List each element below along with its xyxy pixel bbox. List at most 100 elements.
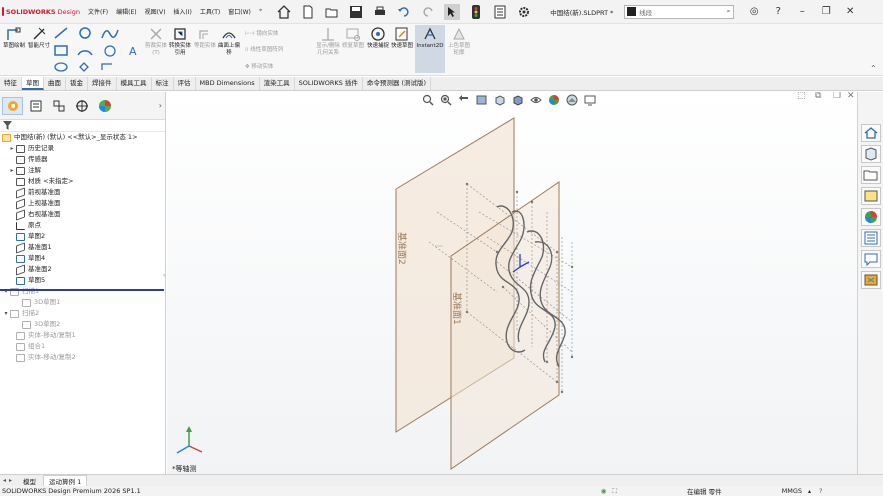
property-manager-tab[interactable]	[25, 97, 46, 115]
scroll-right-icon[interactable]: ▸	[9, 477, 12, 484]
display-relations-button[interactable]: 显示/删除几何关系	[316, 26, 340, 57]
sketch-button[interactable]: 草图绘制	[2, 26, 26, 50]
tab-sketch[interactable]: 草图	[22, 77, 44, 90]
tree-root[interactable]: 中国结(新) (默认) <<默认>_显示状态 1>	[0, 132, 165, 143]
move-entities-button[interactable]: ✥ 移动实体	[245, 62, 273, 70]
feature-manager-tab[interactable]	[2, 96, 23, 115]
status-toggle-icon[interactable]: ⛶	[612, 487, 617, 496]
shaded-contours-button[interactable]: 上色草图轮廓	[447, 26, 471, 57]
design-library-icon[interactable]	[860, 145, 881, 163]
appearances-icon[interactable]	[860, 208, 881, 226]
new-document-icon[interactable]	[300, 4, 316, 20]
rapid-sketch-button[interactable]: 快速草图	[390, 26, 414, 50]
pin-icon[interactable]: ⌖	[259, 7, 262, 16]
tree-item[interactable]: 草图2	[0, 231, 165, 242]
tree-item[interactable]: 草图5	[0, 275, 165, 286]
smart-dimension-button[interactable]: 智能尺寸	[27, 26, 51, 50]
tab-render-tools[interactable]: 渲染工具	[260, 77, 295, 90]
tab-motion-study[interactable]: 运动算例 1	[43, 474, 88, 487]
dimxpert-tab[interactable]	[71, 97, 92, 115]
collapse-ribbon-icon[interactable]: ⌃	[870, 64, 877, 73]
options-gear-icon[interactable]	[516, 4, 532, 20]
quick-snaps-button[interactable]: 快速捕捉	[366, 26, 390, 50]
mirror-entities-button[interactable]: ⊢⊣ 镜向实体	[245, 29, 278, 37]
tree-item[interactable]: 上视基准面	[0, 197, 165, 210]
tree-item[interactable]: 草图4	[0, 253, 165, 264]
minimize-button[interactable]: –	[790, 6, 814, 17]
configuration-manager-tab[interactable]	[48, 97, 69, 115]
menu-file[interactable]: 文件(F)	[88, 7, 108, 16]
offset-entities-button[interactable]: 等距实体	[193, 26, 217, 50]
file-explorer-icon[interactable]	[860, 166, 881, 184]
tab-mold-tools[interactable]: 模具工具	[117, 77, 152, 90]
rollback-bar[interactable]	[0, 289, 164, 291]
tab-mbd-dimensions[interactable]: MBD Dimensions	[196, 77, 260, 90]
tree-expand-icon[interactable]: ▾	[2, 286, 10, 297]
linear-pattern-button[interactable]: ⁞⁞ 线性草图阵列	[245, 45, 283, 53]
help-icon[interactable]: ?	[766, 6, 790, 17]
unit-system[interactable]: MMGS	[782, 487, 802, 495]
tab-model[interactable]: 模型	[18, 476, 41, 486]
tab-weldments[interactable]: 焊接件	[88, 77, 117, 90]
tab-markup[interactable]: 标注	[152, 77, 174, 90]
tree-item[interactable]: ▾ 扫描2	[0, 308, 165, 319]
tree-item[interactable]: 材质 <未指定>	[0, 176, 165, 187]
offset-on-surface-button[interactable]: 曲面上偏移	[217, 26, 241, 57]
tree-item[interactable]: 基准面1	[0, 241, 165, 254]
custom-properties-icon[interactable]	[860, 229, 881, 247]
panel-resize-handle[interactable]: ‹	[163, 272, 165, 279]
tree-expand-icon[interactable]: ▸	[8, 165, 16, 176]
model-viewport[interactable]: 基准面2 基准面1	[167, 92, 857, 474]
search-input[interactable]: 线段 ⌕	[624, 4, 735, 19]
help-status-icon[interactable]: ?	[819, 487, 822, 495]
open-folder-icon[interactable]	[324, 4, 340, 20]
repair-sketch-button[interactable]: 修复草图	[341, 26, 365, 50]
tree-item[interactable]: 实体-移动/复制2	[0, 352, 165, 363]
tree-item[interactable]: 基准面2	[0, 263, 165, 276]
rebuild-status-icon[interactable]: ◉	[601, 487, 607, 495]
select-cursor-icon[interactable]	[444, 3, 461, 20]
redo-icon[interactable]	[420, 4, 436, 20]
display-manager-tab[interactable]	[94, 97, 115, 115]
tree-item[interactable]: 右视基准面	[0, 208, 165, 221]
solidworks-resources-icon[interactable]	[860, 124, 881, 142]
menu-insert[interactable]: 插入(I)	[173, 7, 191, 16]
menu-tools[interactable]: 工具(T)	[200, 7, 220, 16]
tree-item[interactable]: 实体-移动/复制1	[0, 330, 165, 341]
undo-icon[interactable]	[396, 4, 412, 20]
tab-surfaces[interactable]: 曲面	[44, 77, 66, 90]
user-account-icon[interactable]: ◎	[742, 6, 766, 17]
tree-item[interactable]: 3D草图2	[0, 319, 165, 330]
tab-evaluate[interactable]: 评估	[174, 77, 196, 90]
solidworks-logo[interactable]: SOLIDWORKS Design	[2, 7, 80, 16]
tree-item[interactable]: 前视基准面	[0, 186, 165, 199]
scroll-left-icon[interactable]: ◂	[3, 477, 6, 484]
3dexperience-icon[interactable]	[860, 271, 881, 289]
search-icon[interactable]: ⌕	[727, 7, 731, 16]
tree-expand-icon[interactable]: ▾	[2, 308, 10, 319]
tab-features[interactable]: 特征	[0, 77, 22, 90]
units-dropdown-icon[interactable]: ▴	[808, 488, 811, 495]
trim-entities-button[interactable]: 剪裁实体(T)	[144, 26, 168, 57]
save-icon[interactable]	[348, 4, 364, 20]
view-palette-icon[interactable]	[860, 187, 881, 205]
close-button[interactable]: ✕	[838, 6, 862, 17]
instant2d-button[interactable]: Instant2D	[415, 25, 445, 73]
expand-panel-icon[interactable]: ›	[159, 101, 162, 110]
print-icon[interactable]	[372, 4, 388, 20]
traffic-light-icon[interactable]	[468, 4, 484, 20]
tree-item[interactable]: ▸ 注解	[0, 165, 165, 176]
tab-command-predictor[interactable]: 命令预测器 (测试版)	[363, 77, 432, 90]
tree-item[interactable]: 原点	[0, 220, 165, 231]
graphics-area[interactable]: ⬚ ⧉ ❐ ✕ 基准面2 基准面1 *等轴测	[167, 92, 857, 474]
tree-expand-icon[interactable]: ▸	[8, 143, 16, 154]
tree-item[interactable]: 组合1	[0, 341, 165, 352]
tab-addins[interactable]: SOLIDWORKS 插件	[295, 77, 363, 90]
tree-item[interactable]: ▸ 历史记录	[0, 143, 165, 154]
tree-filter[interactable]	[0, 120, 165, 132]
tree-item[interactable]: 3D草图1	[0, 297, 165, 308]
menu-edit[interactable]: 编辑(E)	[116, 7, 136, 16]
restore-button[interactable]: ❐	[814, 6, 838, 17]
forum-icon[interactable]	[860, 250, 881, 268]
menu-view[interactable]: 视图(V)	[145, 7, 166, 16]
